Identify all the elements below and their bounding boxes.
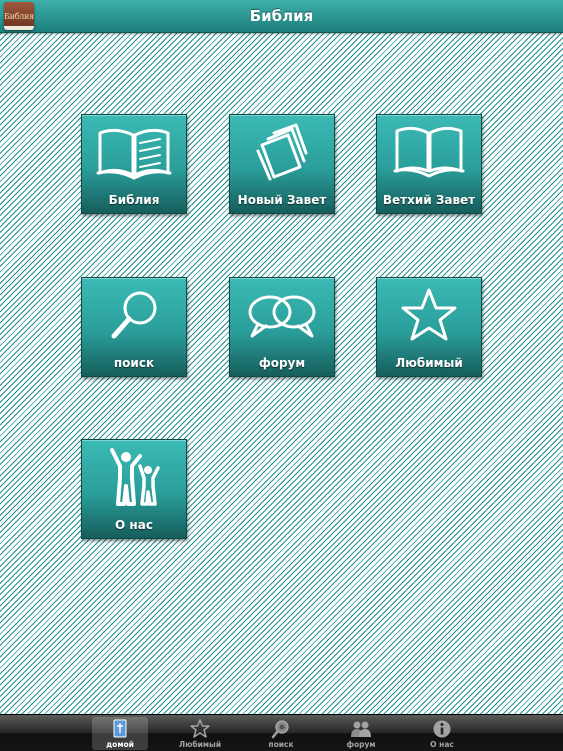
tab-about[interactable]: О нас <box>414 717 470 750</box>
tile-search[interactable]: поиск <box>81 277 187 377</box>
tile-bible[interactable]: Библия <box>81 114 187 214</box>
tile-label: Любимый <box>395 356 463 370</box>
tile-label: Ветхий Завет <box>382 193 476 207</box>
tile-label: Новый Завет <box>237 193 327 207</box>
tab-search[interactable]: поиск <box>253 717 309 750</box>
tile-about[interactable]: О нас <box>81 439 187 539</box>
tab-label: форум <box>346 740 376 749</box>
home-book-icon <box>113 719 127 738</box>
scroll-pages-icon <box>256 123 308 181</box>
people-icon <box>110 448 160 506</box>
tab-forum[interactable]: форум <box>333 717 389 750</box>
tab-label: поиск <box>268 740 294 749</box>
open-book-outline-icon <box>393 126 465 178</box>
search-icon <box>271 720 289 739</box>
tile-label: форум <box>258 356 306 370</box>
magnifier-icon <box>111 291 157 339</box>
speech-bubbles-icon <box>248 295 316 338</box>
tile-label: Библия <box>108 193 160 207</box>
open-book-icon <box>96 128 172 180</box>
tile-new-testament[interactable]: Новый Завет <box>229 114 335 214</box>
star-icon <box>401 288 457 341</box>
tile-label: поиск <box>113 356 155 370</box>
tab-favorites[interactable]: Любимый <box>172 717 228 750</box>
star-icon <box>190 719 210 738</box>
tab-label: Любимый <box>178 740 222 749</box>
tab-label: О нас <box>430 740 454 749</box>
tile-label: О нас <box>115 518 153 532</box>
tile-forum[interactable]: форум <box>229 277 335 377</box>
users-icon <box>351 721 371 737</box>
tab-bar: домой Любимый поиск форум О нас <box>0 714 563 751</box>
info-icon <box>433 720 451 738</box>
tab-home[interactable]: домой <box>92 717 148 750</box>
top-bar: Библия Библия <box>0 0 563 33</box>
tab-label: домой <box>106 740 134 749</box>
tile-favorites[interactable]: Любимый <box>376 277 482 377</box>
page-title: Библия <box>249 7 314 25</box>
tile-old-testament[interactable]: Ветхий Завет <box>376 114 482 214</box>
